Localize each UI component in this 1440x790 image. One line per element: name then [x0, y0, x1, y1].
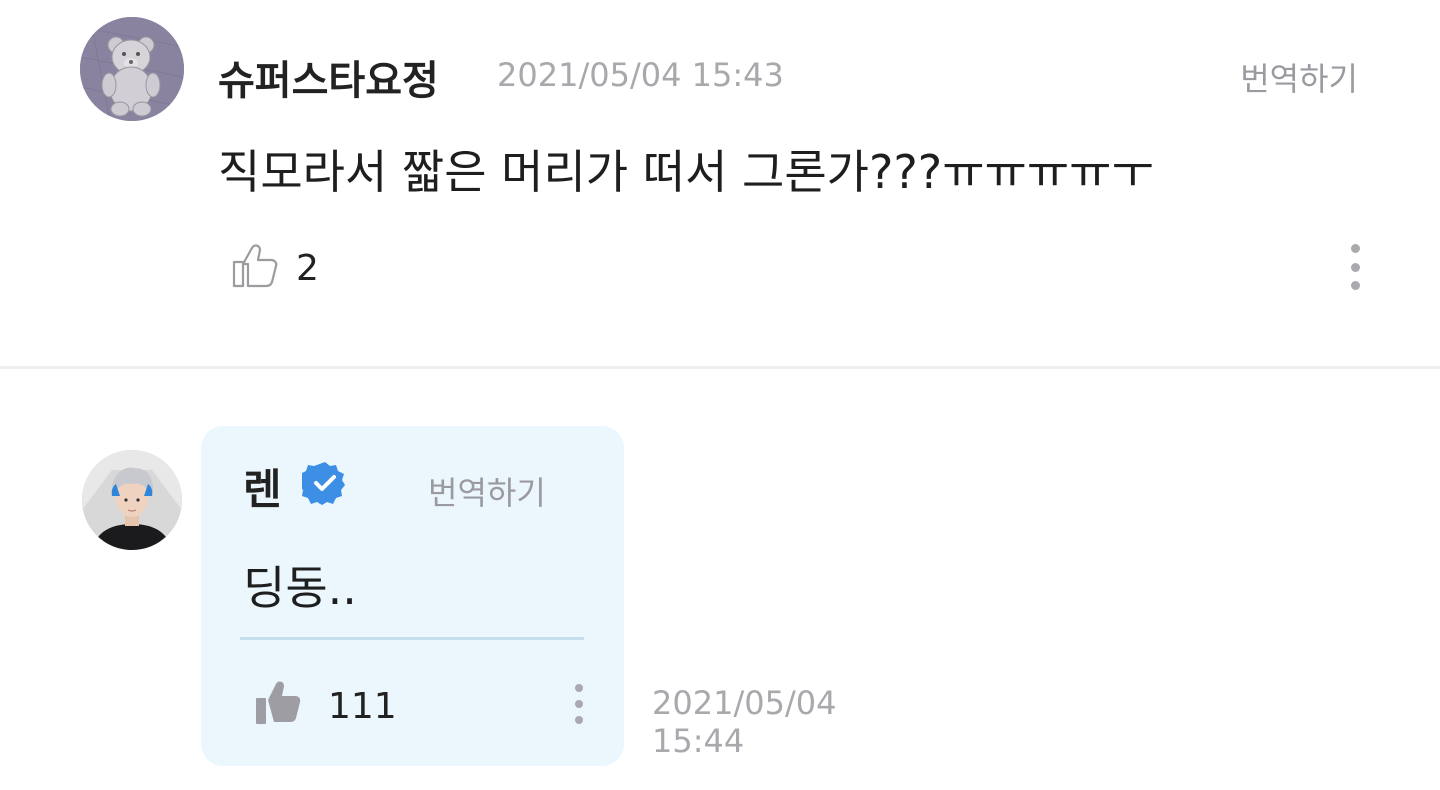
thumbs-up-outline-icon[interactable]	[228, 238, 282, 292]
reply-timestamp: 2021/05/04 15:44	[652, 684, 872, 760]
reply-date: 2021/05/04	[652, 684, 837, 722]
thumbs-up-filled-icon[interactable]	[254, 676, 306, 728]
comment-text: 직모라서 짧은 머리가 떠서 그론가???ㅠㅠㅠㅠㅜ	[218, 145, 1154, 199]
reply-time: 15:44	[652, 722, 745, 760]
more-vertical-icon[interactable]	[566, 680, 592, 728]
like-count: 111	[328, 686, 397, 727]
artist-avatar-icon	[82, 450, 182, 550]
divider	[0, 366, 1440, 369]
teddy-bear-avatar[interactable]	[80, 17, 184, 121]
reply-author[interactable]: 렌	[243, 456, 282, 517]
translate-button[interactable]: 번역하기	[428, 468, 546, 514]
bubble-divider	[240, 637, 584, 640]
comment-timestamp: 2021/05/04 15:43	[497, 56, 784, 94]
like-count: 2	[296, 248, 319, 289]
teddy-bear-icon	[80, 17, 184, 121]
reply-text: 딩동..	[243, 561, 357, 615]
comment-author[interactable]: 슈퍼스타요정	[218, 48, 439, 106]
more-vertical-icon[interactable]	[1340, 240, 1370, 294]
verified-badge-icon	[299, 460, 348, 506]
artist-avatar[interactable]	[82, 450, 182, 550]
translate-button[interactable]: 번역하기	[1240, 54, 1358, 100]
comment-page: 슈퍼스타요정 2021/05/04 15:43 번역하기 직모라서 짧은 머리가…	[0, 0, 1440, 790]
